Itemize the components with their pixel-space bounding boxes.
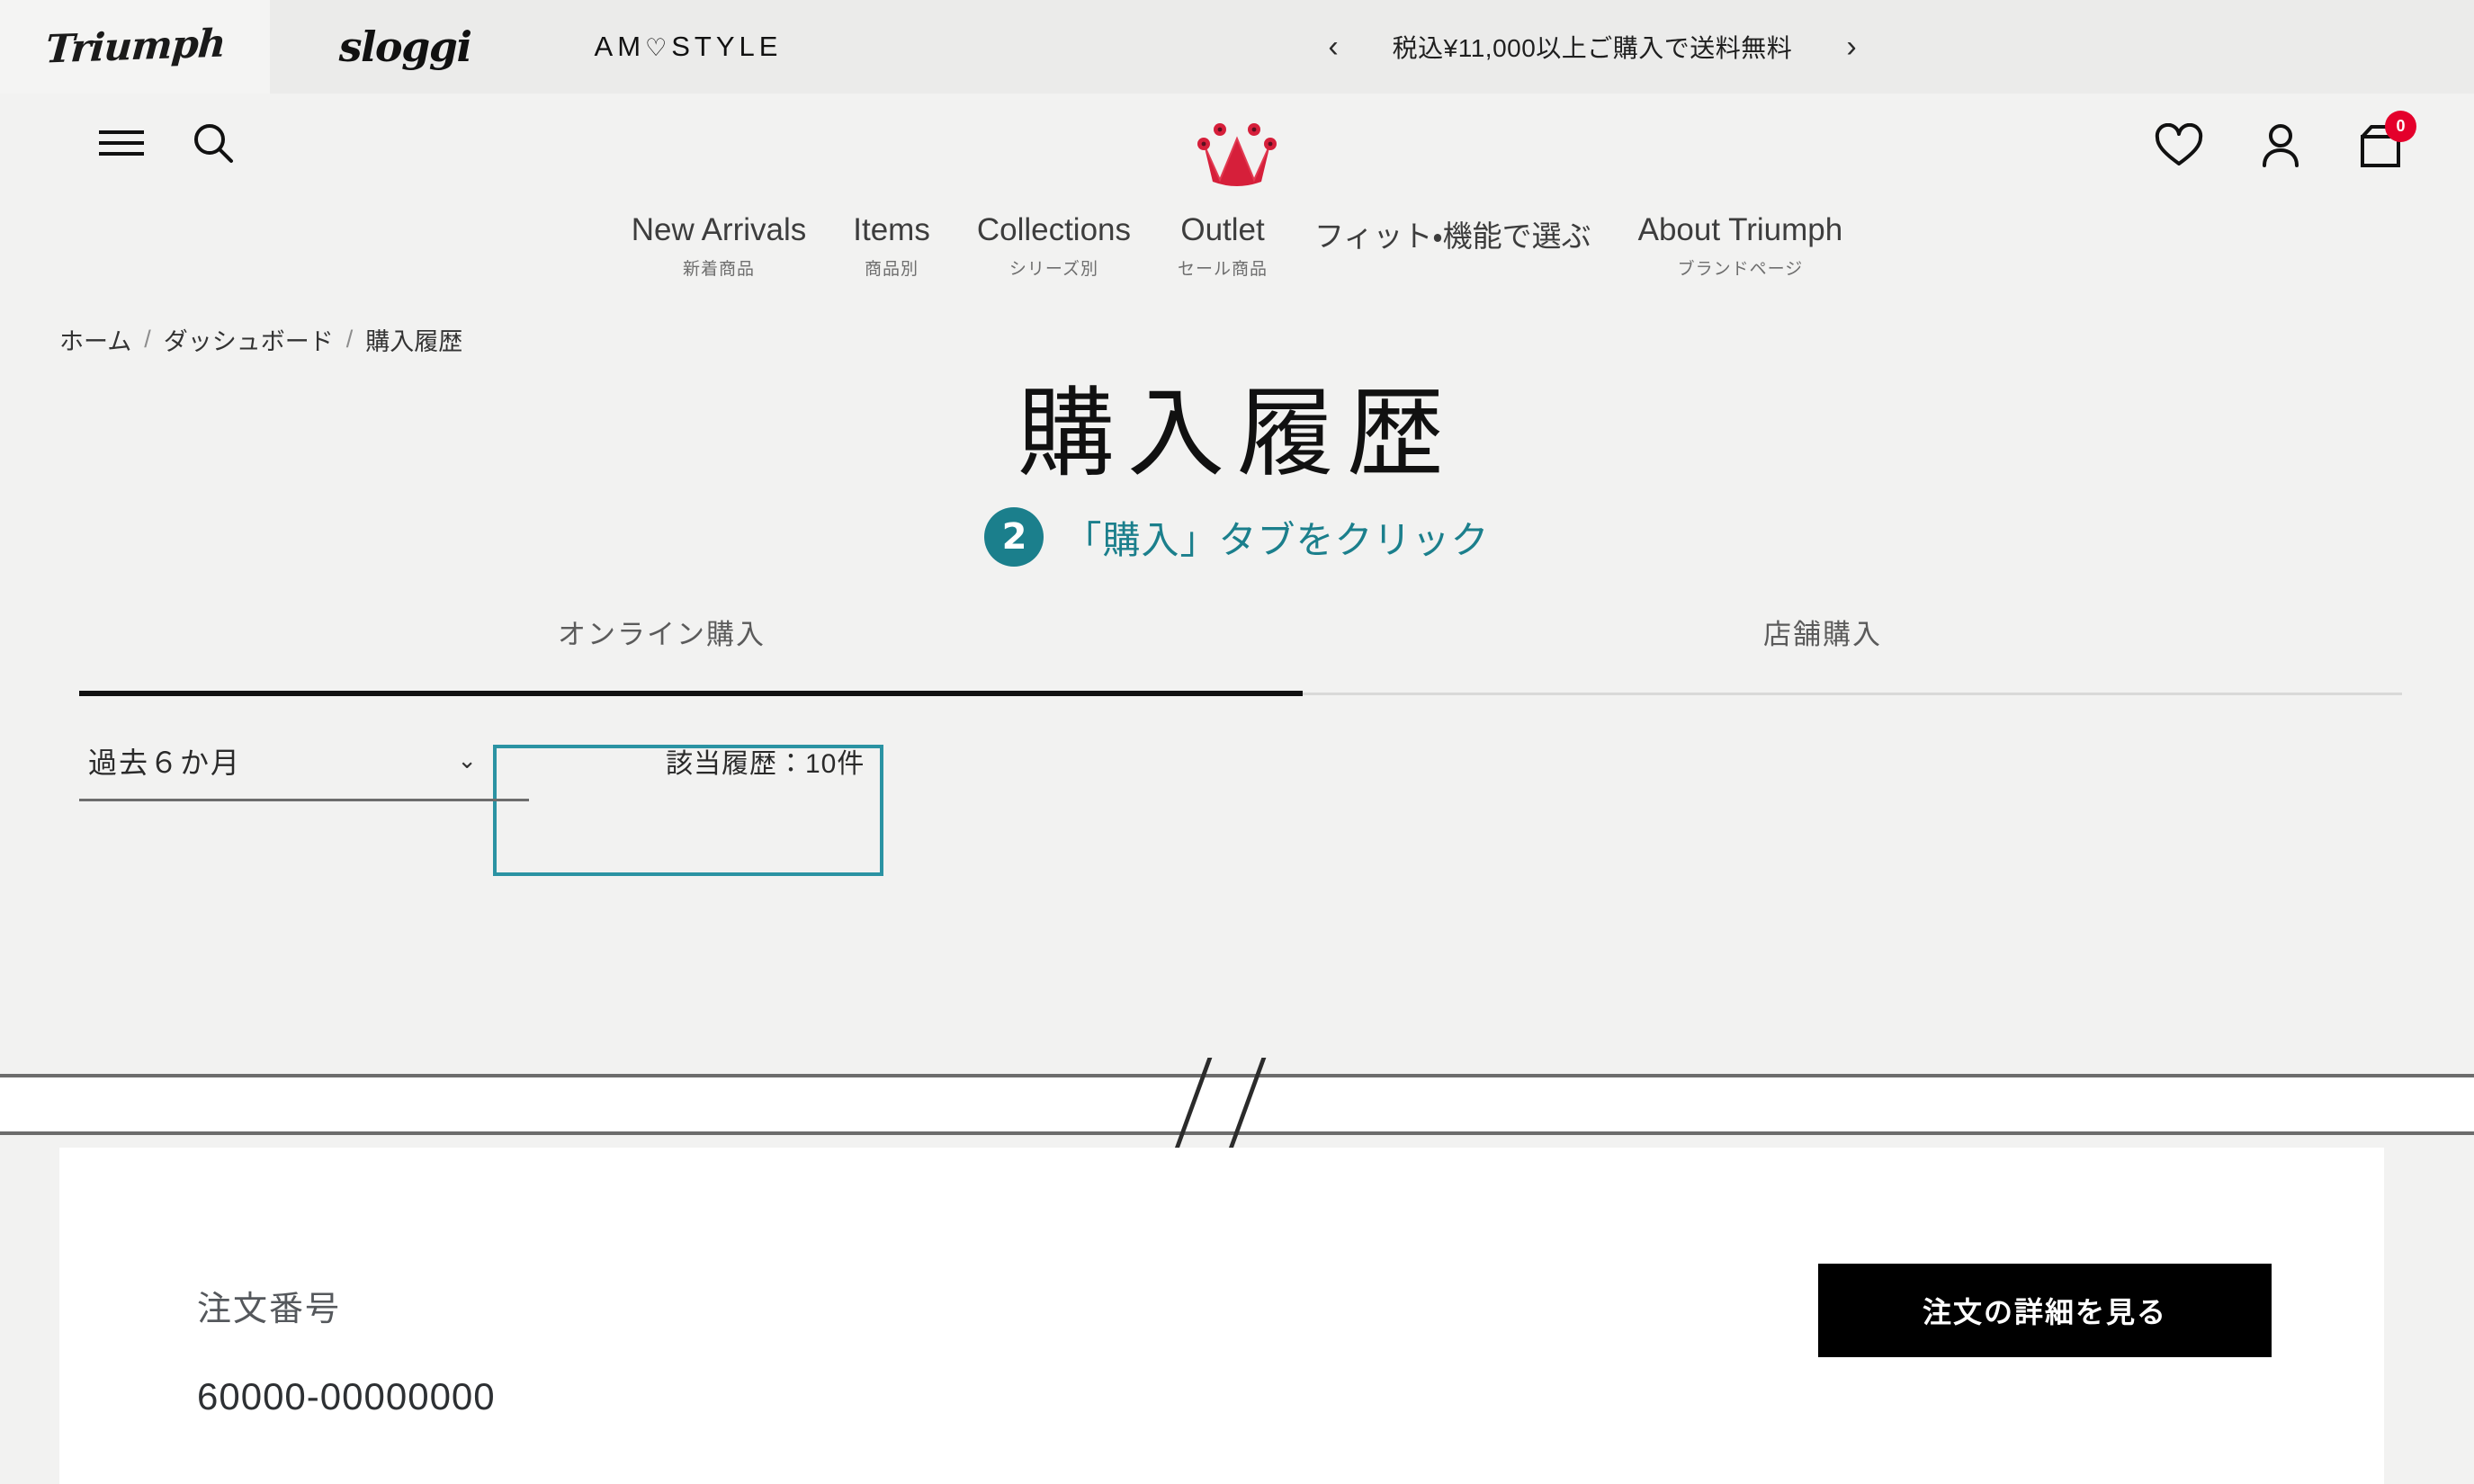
step-instruction-text: 「購入」タブをクリック [1063, 518, 1490, 561]
heart-icon[interactable] [2154, 123, 2204, 168]
page-title: 購入履歴 [1017, 378, 1457, 490]
brand-tab-amostyle[interactable]: AM♡STYLE [540, 0, 837, 94]
purchase-type-tabs: オンライン購入 店舗購入 [0, 597, 2474, 705]
person-icon[interactable] [2258, 122, 2303, 169]
nav-label-en: Outlet [1180, 212, 1265, 247]
breadcrumb-item-dashboard[interactable]: ダッシュボード [164, 322, 334, 357]
chevron-down-icon: ⌄ [457, 747, 477, 775]
nav-label-jp: 商品別 [865, 260, 919, 279]
nav-item-outlet[interactable]: Outlet セール商品 [1154, 212, 1291, 280]
hamburger-menu-icon[interactable] [97, 125, 146, 161]
order-card: 注文番号 60000-00000000 注文の詳細を見る [59, 1148, 2384, 1484]
nav-label-jp: シリーズ別 [1008, 260, 1098, 279]
sloggi-logo: sloggi [338, 22, 472, 71]
site-header: 0 [0, 94, 2474, 207]
tab-store-purchase[interactable]: 店舗購入 [1763, 612, 1882, 652]
view-order-detail-button[interactable]: 注文の詳細を見る [1818, 1264, 2272, 1357]
nav-label-en: フィット・機能で選ぶ [1314, 219, 1591, 253]
promo-message: 税込¥11,000以上ご購入で送料無料 [1392, 34, 1793, 62]
brand-tab-triumph[interactable]: Triumph [0, 0, 270, 94]
nav-label-en: Items [853, 212, 930, 247]
order-number-label: 注文番号 [197, 1291, 342, 1328]
nav-label-en: Collections [976, 212, 1132, 247]
history-filter-row: 過去６か月 ⌄ 該当履歴：10件 [0, 729, 2474, 836]
breadcrumb-separator: / [345, 326, 354, 353]
result-count-text: 該当履歴：10件 [666, 749, 865, 780]
cart-button[interactable]: 0 [2357, 111, 2416, 169]
nav-item-items[interactable]: Items 商品別 [829, 212, 954, 280]
cart-count-badge: 0 [2385, 111, 2416, 142]
triumph-crown-logo[interactable] [1184, 117, 1290, 193]
nav-label-en: About Triumph [1637, 212, 1843, 247]
main-navigation: New Arrivals 新着商品 Items 商品別 Collections … [0, 207, 2474, 306]
period-select-underline [79, 799, 529, 802]
chevron-left-icon[interactable]: ‹ [1328, 31, 1338, 62]
step-number-badge: 2 [984, 507, 1044, 568]
promo-carousel: ‹ 税込¥11,000以上ご購入で送料無料 › [837, 0, 2348, 94]
breadcrumb-item-home[interactable]: ホーム [59, 322, 131, 357]
breadcrumb-separator: / [144, 326, 151, 353]
brand-tab-sloggi[interactable]: sloggi [270, 0, 540, 94]
header-left-actions [97, 121, 236, 165]
content-elision-marker [0, 1058, 2474, 1158]
tab-active-underline [79, 691, 1303, 697]
heart-glyph-icon: ♡ [645, 34, 672, 61]
nav-item-collections[interactable]: Collections シリーズ別 [954, 212, 1154, 280]
nav-item-fit-function[interactable]: フィット・機能で選ぶ [1291, 212, 1615, 255]
elision-line-top [0, 1074, 2474, 1077]
order-number-value: 60000-00000000 [197, 1375, 496, 1417]
breadcrumb: ホーム / ダッシュボード / 購入履歴 [0, 322, 2474, 357]
amostyle-logo: AM♡STYLE [594, 31, 783, 62]
header-right-actions: 0 [2154, 111, 2416, 169]
period-select-value: 過去６か月 [88, 746, 242, 780]
breadcrumb-item-purchase-history: 購入履歴 [365, 328, 463, 355]
chevron-right-icon[interactable]: › [1846, 31, 1856, 62]
period-select[interactable]: 過去６か月 ⌄ [79, 734, 529, 802]
tab-online-purchase[interactable]: オンライン購入 [558, 612, 766, 652]
nav-label-jp: 新着商品 [683, 260, 756, 279]
nav-label-jp: ブランドページ [1677, 260, 1804, 279]
tab-inactive-underline [1303, 693, 2402, 696]
search-icon[interactable] [191, 121, 236, 165]
nav-label-en: New Arrivals [631, 212, 807, 247]
triumph-logo: Triumph [43, 21, 227, 73]
step-annotation: 2 「購入」タブをクリック [0, 507, 2474, 568]
nav-item-new-arrivals[interactable]: New Arrivals 新着商品 [608, 212, 829, 280]
brand-switcher-bar: Triumph sloggi AM♡STYLE ‹ 税込¥11,000以上ご購入… [0, 0, 2474, 94]
nav-label-jp: セール商品 [1178, 260, 1268, 279]
nav-item-about-triumph[interactable]: About Triumph ブランドページ [1615, 212, 1867, 280]
